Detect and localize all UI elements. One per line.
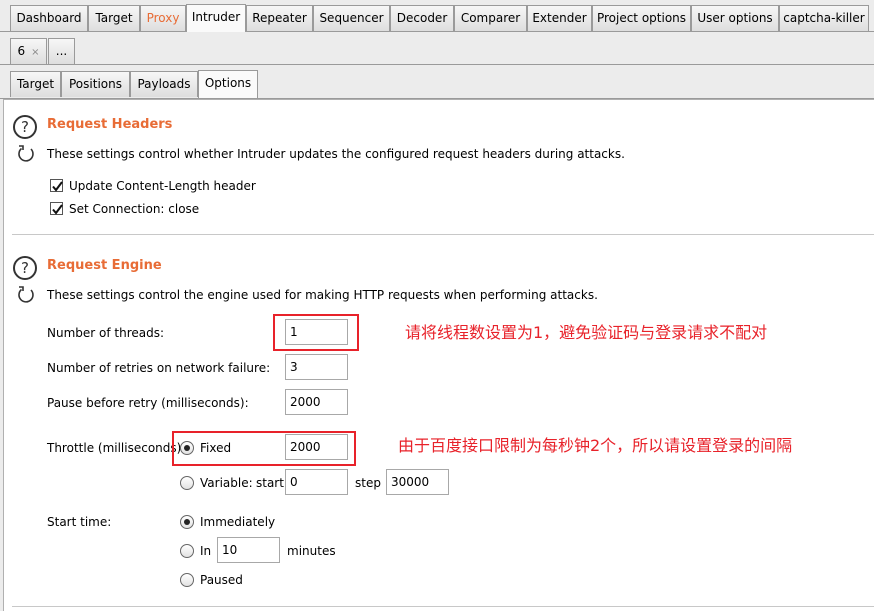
checkmark-icon bbox=[52, 181, 63, 192]
restore-defaults-icon[interactable] bbox=[15, 143, 37, 165]
checkmark-icon bbox=[52, 204, 63, 215]
update-content-length-label: Update Content-Length header bbox=[69, 179, 256, 193]
set-connection-close-checkbox[interactable] bbox=[50, 202, 63, 215]
retries-label: Number of retries on network failure: bbox=[47, 361, 271, 375]
throttle-variable-radio[interactable] bbox=[180, 476, 194, 490]
threads-input[interactable]: 1 bbox=[285, 319, 348, 345]
throttle-label: Throttle (milliseconds): bbox=[47, 441, 186, 455]
sub-tab-bar: Target Positions Payloads Options bbox=[0, 65, 874, 99]
tab-comparer[interactable]: Comparer bbox=[454, 5, 527, 31]
subtab-target[interactable]: Target bbox=[10, 71, 61, 97]
throttle-fixed-radio[interactable] bbox=[180, 441, 194, 455]
tab-intruder[interactable]: Intruder bbox=[186, 4, 246, 32]
throttle-fixed-label: Fixed bbox=[200, 441, 232, 455]
throttle-start-input[interactable]: 0 bbox=[285, 469, 348, 495]
start-time-label: Start time: bbox=[47, 515, 112, 529]
throttle-fixed-input[interactable]: 2000 bbox=[285, 434, 348, 460]
tab-dashboard[interactable]: Dashboard bbox=[10, 5, 88, 31]
tab-extender[interactable]: Extender bbox=[527, 5, 592, 31]
attack-tab-6[interactable]: 6 × bbox=[10, 38, 47, 64]
throttle-step-input[interactable]: 30000 bbox=[386, 469, 449, 495]
tab-project-options[interactable]: Project options bbox=[592, 5, 691, 31]
start-in-input[interactable]: 10 bbox=[217, 537, 280, 563]
section-divider bbox=[12, 234, 874, 235]
request-headers-title: Request Headers bbox=[47, 117, 173, 132]
tab-sequencer[interactable]: Sequencer bbox=[313, 5, 390, 31]
pause-input[interactable]: 2000 bbox=[285, 389, 348, 415]
threads-annotation: 请将线程数设置为1，避免验证码与登录请求不配对 bbox=[405, 323, 768, 342]
request-headers-description: These settings control whether Intruder … bbox=[47, 147, 625, 161]
options-panel: ? Request Headers These settings control… bbox=[3, 99, 874, 611]
update-content-length-checkbox[interactable] bbox=[50, 179, 63, 192]
pause-label: Pause before retry (milliseconds): bbox=[47, 396, 249, 410]
attack-tab-label: 6 bbox=[17, 44, 26, 58]
restore-defaults-icon[interactable] bbox=[15, 284, 37, 306]
attack-tab-bar: 6 × ... bbox=[0, 32, 874, 65]
close-icon[interactable]: × bbox=[31, 47, 39, 58]
tab-repeater[interactable]: Repeater bbox=[246, 5, 313, 31]
throttle-annotation: 由于百度接口限制为每秒钟2个，所以请设置登录的间隔 bbox=[398, 436, 793, 455]
tab-decoder[interactable]: Decoder bbox=[390, 5, 454, 31]
tab-proxy[interactable]: Proxy bbox=[140, 5, 186, 31]
start-in-label: In bbox=[200, 544, 212, 558]
request-engine-title: Request Engine bbox=[47, 258, 162, 273]
tab-user-options[interactable]: User options bbox=[691, 5, 779, 31]
tab-captcha-killer[interactable]: captcha-killer bbox=[779, 5, 869, 31]
subtab-payloads[interactable]: Payloads bbox=[130, 71, 198, 97]
help-icon[interactable]: ? bbox=[13, 115, 37, 139]
start-paused-radio[interactable] bbox=[180, 573, 194, 587]
subtab-positions[interactable]: Positions bbox=[61, 71, 130, 97]
start-paused-label: Paused bbox=[200, 573, 243, 587]
retries-input[interactable]: 3 bbox=[285, 354, 348, 380]
throttle-step-label: step bbox=[355, 476, 381, 490]
throttle-start-label: start bbox=[256, 476, 284, 490]
request-engine-description: These settings control the engine used f… bbox=[47, 288, 598, 302]
set-connection-close-label: Set Connection: close bbox=[69, 202, 200, 216]
section-divider bbox=[12, 606, 874, 607]
tab-target[interactable]: Target bbox=[88, 5, 140, 31]
start-minutes-label: minutes bbox=[287, 544, 336, 558]
main-tab-bar: Dashboard Target Proxy Intruder Repeater… bbox=[0, 0, 874, 32]
threads-label: Number of threads: bbox=[47, 326, 165, 340]
start-immediately-label: Immediately bbox=[200, 515, 276, 529]
start-immediately-radio[interactable] bbox=[180, 515, 194, 529]
throttle-variable-label: Variable: bbox=[200, 476, 253, 490]
subtab-options[interactable]: Options bbox=[198, 70, 258, 98]
start-in-radio[interactable] bbox=[180, 544, 194, 558]
new-attack-tab[interactable]: ... bbox=[48, 38, 75, 64]
help-icon[interactable]: ? bbox=[13, 256, 37, 280]
